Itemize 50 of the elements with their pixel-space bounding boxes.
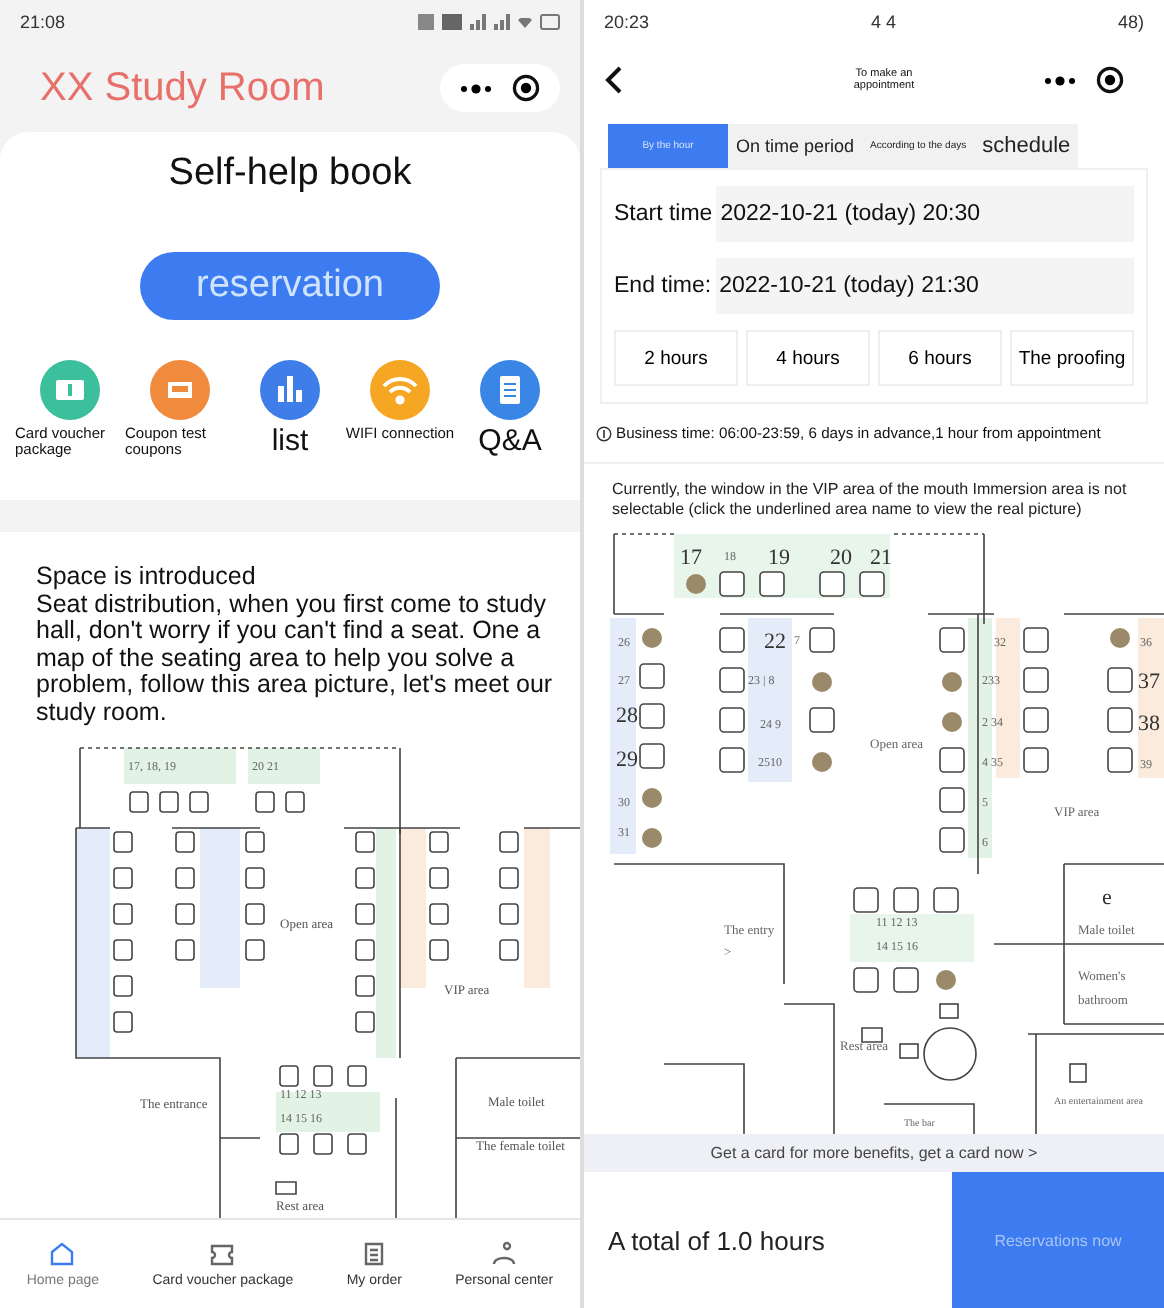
field-label: Start time [614,202,713,226]
target-icon[interactable] [512,74,540,102]
battery-icon [540,14,560,30]
time-field[interactable]: 2022-10-21 (today) 20:30 [716,186,1134,242]
shortcut-label[interactable]: Q&A [478,426,542,458]
app-title: XX Study Room [40,65,325,111]
wifi-icon [518,17,532,27]
map-label: 38 [1138,712,1160,736]
target-icon[interactable] [1096,66,1124,94]
doc-icon[interactable] [480,360,540,420]
tab[interactable]: On time period [728,124,863,168]
battery-text: 48) [1117,12,1144,32]
map-label: 19 [768,546,790,570]
more-icon[interactable] [1044,75,1076,85]
signal-icon [470,14,486,30]
map-label: 28 [616,704,638,728]
map-label: 22 [764,630,786,654]
shortcut-label[interactable]: list [271,426,309,458]
back-icon[interactable] [604,64,624,96]
status-text: 4 4 [871,12,897,32]
more-icon[interactable] [460,83,492,93]
status-time: 20:23 [604,12,650,32]
intro-paragraph: Seat distribution, when you first come to study hall, don't worry if you can't find a seat. One a map of the seating area to help you solve a problem, follow this area picture, let's meet our study room. [36,591,555,726]
clipboard-icon[interactable] [360,1240,389,1268]
map-label: 21 [870,546,892,570]
info-icon [596,425,612,441]
signal-icon [494,14,510,30]
capsule-menu[interactable] [440,64,560,112]
tab[interactable]: schedule [974,124,1079,168]
map-label: 17 [680,546,702,570]
map-label: e [1102,886,1112,910]
page-heading: Self-help book [168,152,412,196]
card-banner[interactable]: Get a card for more benefits, get a card now > [584,1134,1164,1172]
status-time: 21:08 [20,12,66,32]
duration-button[interactable]: The proofing [1010,330,1134,386]
map-note: Currently, the window in the VIP area of the mouth Immersion area is not selectable (click the underlined area name to view the real picture) [610,478,1129,522]
map-label: 29 [616,748,638,772]
total-hours: A total of 1.0 hours [608,1225,825,1255]
duration-button[interactable]: 4 hours [746,330,870,386]
map-label: 37 [1138,670,1160,694]
home-icon[interactable] [48,1240,77,1268]
ticket-icon[interactable] [208,1240,237,1268]
map-label: 20 [830,546,852,570]
time-field[interactable]: 2022-10-21 (today) 21:30 [715,258,1134,314]
duration-button[interactable]: 2 hours [614,330,738,386]
field-label: End time: [614,274,712,298]
chart-icon[interactable] [260,360,320,420]
section-title: Space is introduced [36,564,258,591]
duration-button[interactable]: 6 hours [878,330,1002,386]
person-icon[interactable] [490,1240,519,1268]
